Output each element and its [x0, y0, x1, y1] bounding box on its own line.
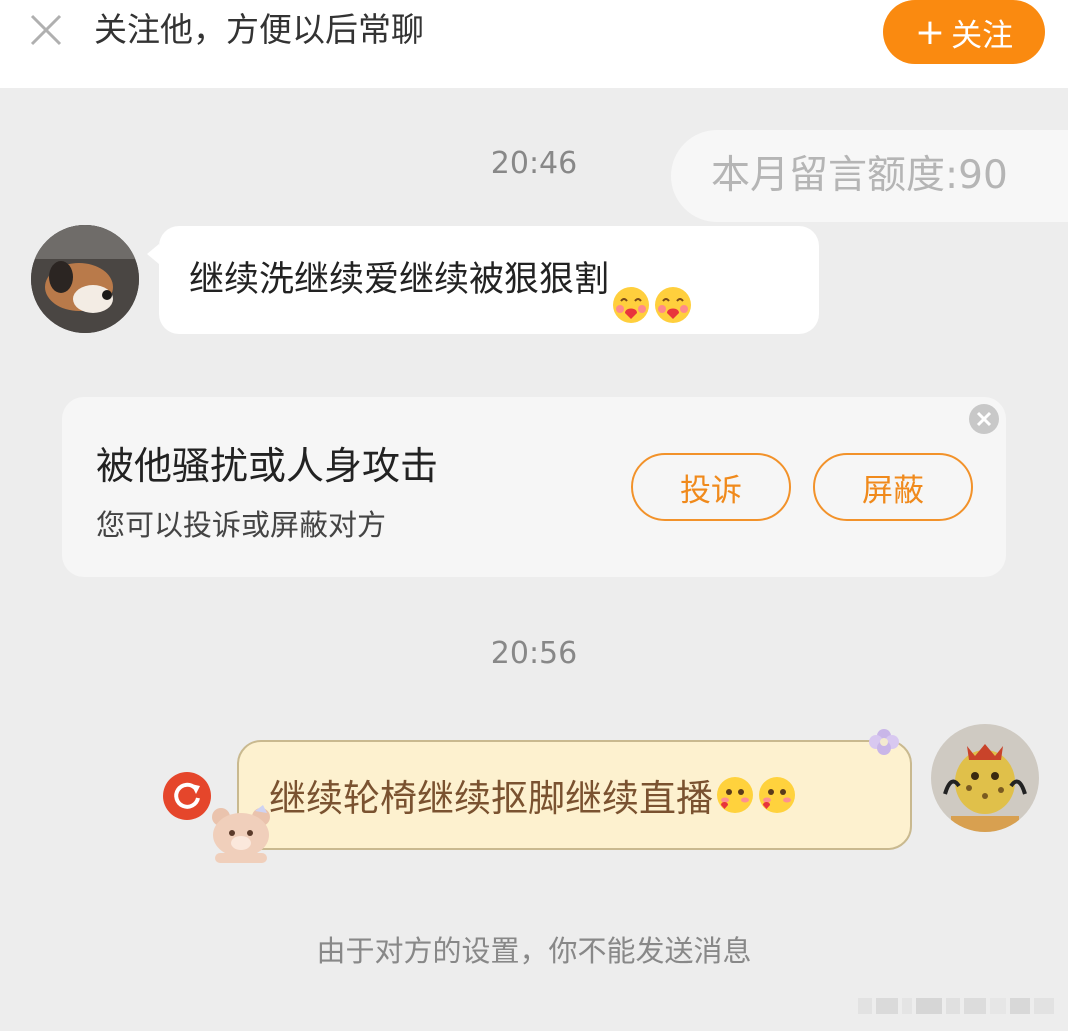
incoming-message-text: 继续洗继续爱继续被狠狠割 [189, 260, 610, 300]
timestamp: 20:46 [490, 146, 578, 181]
outgoing-message-text: 继续轮椅继续抠脚继续直播 [269, 777, 713, 820]
hug-heart-emoji-icon [611, 260, 651, 323]
outgoing-message-bubble[interactable]: 继续轮椅继续抠脚继续直播 [237, 740, 912, 850]
close-icon[interactable] [28, 12, 64, 48]
watermark [858, 994, 1058, 1018]
timestamp: 20:56 [490, 636, 578, 671]
top-bar: 关注他，方便以后常聊 + 关注 [0, 0, 1068, 88]
incoming-message-bubble[interactable]: 继续洗继续爱继续被狠狠割 [147, 226, 819, 334]
message-quota: 本月留言额度:90 [671, 130, 1068, 222]
cannot-send-notice: 由于对方的设置，你不能发送消息 [316, 934, 752, 968]
flower-sticker-icon [866, 726, 902, 758]
hug-heart-emoji-icon [653, 260, 693, 323]
card-subtitle: 您可以投诉或屏蔽对方 [96, 508, 387, 542]
harassment-card: 被他骚扰或人身攻击 您可以投诉或屏蔽对方 投诉 屏蔽 [62, 397, 1006, 577]
plus-icon: + [914, 11, 946, 53]
avatar[interactable] [31, 225, 139, 333]
close-icon[interactable] [968, 403, 1000, 435]
report-button[interactable]: 投诉 [631, 453, 791, 521]
block-button[interactable]: 屏蔽 [813, 453, 973, 521]
follow-prompt: 关注他，方便以后常聊 [94, 10, 424, 49]
bear-sticker-icon [205, 803, 277, 865]
retry-icon[interactable] [163, 772, 211, 820]
follow-button[interactable]: + 关注 [883, 0, 1045, 64]
blush-heart-emoji-icon [757, 775, 797, 815]
my-avatar[interactable] [931, 724, 1039, 832]
follow-label: 关注 [951, 17, 1014, 54]
card-title: 被他骚扰或人身攻击 [96, 444, 439, 488]
blush-heart-emoji-icon [715, 775, 755, 815]
